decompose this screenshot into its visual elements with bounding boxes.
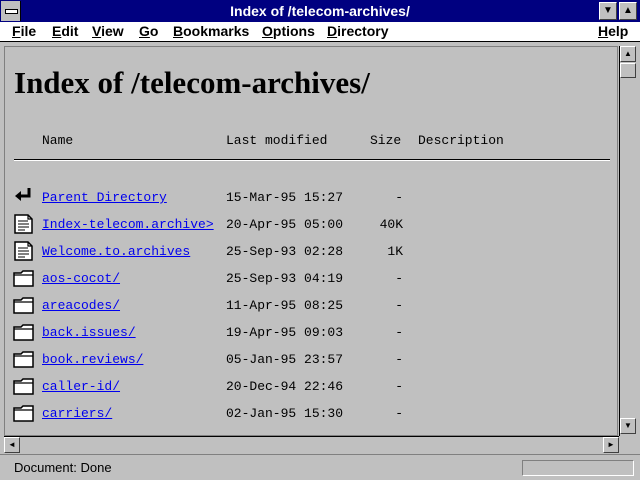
last-modified: 05-Jan-95 23:57 [226,352,344,367]
scroll-right-button[interactable]: ► [603,437,619,453]
list-item: Welcome.to.archives 25-Sep-93 02:28 1K [5,241,617,265]
list-item: aos-cocot/25-Sep-93 04:19 - [5,268,617,292]
last-modified: 25-Sep-93 04:19 [226,271,344,286]
last-modified: 11-Apr-95 08:25 [226,298,344,313]
page-title: Index of /telecom-archives/ [14,65,370,100]
last-modified: 15-Mar-95 15:27 [226,190,344,205]
column-header-name: Name [42,133,74,148]
progress-indicator [522,460,634,476]
entry-link[interactable]: Parent Directory [42,190,167,205]
maximize-button[interactable]: ▲ [619,2,637,20]
entry-link[interactable]: caller-id/ [42,379,120,394]
scroll-down-button[interactable]: ▼ [620,418,636,434]
list-item: caller-id/20-Dec-94 22:46 - [5,376,617,400]
menu-view[interactable]: View [92,23,124,39]
minimize-button[interactable]: ▼ [599,2,617,20]
entry-link[interactable]: areacodes/ [42,298,120,313]
entry-link[interactable]: Welcome.to.archives [42,244,190,259]
menu-go[interactable]: Go [139,23,158,39]
status-text: Document: Done [14,460,112,475]
horizontal-rule [14,159,610,161]
file-size: - [395,325,403,340]
scrollbar-corner [619,436,636,452]
menu-options[interactable]: Options [262,23,315,39]
last-modified: 02-Jan-95 15:30 [226,406,344,421]
file-size: - [395,190,403,205]
document-view: Index of /telecom-archives/ Name Last mo… [4,46,618,436]
scroll-up-button[interactable]: ▲ [620,46,636,62]
list-item: back.issues/19-Apr-95 09:03 - [5,322,617,346]
text-file-icon[interactable] [13,214,35,234]
menu-edit[interactable]: Edit [52,23,78,39]
horizontal-scrollbar[interactable]: ◄ ► [4,436,619,453]
entry-link[interactable]: back.issues/ [42,325,136,340]
menu-bookmarks[interactable]: Bookmarks [173,23,249,39]
folder-icon[interactable] [13,349,35,369]
folder-icon[interactable] [13,322,35,342]
scroll-left-button[interactable]: ◄ [4,437,20,453]
folder-icon[interactable] [13,376,35,396]
vertical-scrollbar[interactable]: ▲ ▼ [619,46,636,436]
file-size: - [395,352,403,367]
list-item: carriers/02-Jan-95 15:30 - [5,403,617,427]
last-modified: 20-Apr-95 05:00 [226,217,344,232]
text-file-icon[interactable] [13,241,35,261]
menu-file[interactable]: File [12,23,36,39]
column-header-last-modified: Last modified [226,133,328,148]
list-item: areacodes/11-Apr-95 08:25 - [5,295,617,319]
file-size: 1K [387,244,403,259]
list-item: Index-telecom.archive> 20-Apr-95 05:00 40K [5,214,617,238]
last-modified: 19-Apr-95 09:03 [226,325,344,340]
list-item: Parent Directory 15-Mar-95 15:27 - [5,187,617,211]
back-arrow-icon[interactable] [13,187,35,207]
file-size: 40K [379,217,403,232]
status-bar: Document: Done [0,454,640,480]
last-modified: 25-Sep-93 02:28 [226,244,344,259]
entry-link[interactable]: aos-cocot/ [42,271,120,286]
file-size: - [395,271,403,286]
window-title: Index of /telecom-archives/ [230,3,410,19]
menu-directory[interactable]: Directory [327,23,388,39]
menu-bar: File Edit View Go Bookmarks Options Directory H… [0,22,640,42]
title-bar: Index of /telecom-archives/ ▼ ▲ [0,0,640,22]
entry-link[interactable]: Index-telecom.archive> [42,217,214,232]
entry-link[interactable]: book.reviews/ [42,352,143,367]
file-size: - [395,379,403,394]
folder-icon[interactable] [13,268,35,288]
column-header-size: Size [370,133,402,148]
menu-help[interactable]: Help [598,23,628,39]
list-item: book.reviews/05-Jan-95 23:57 - [5,349,617,373]
folder-icon[interactable] [13,295,35,315]
entry-link[interactable]: carriers/ [42,406,112,421]
folder-icon[interactable] [13,403,35,423]
last-modified: 20-Dec-94 22:46 [226,379,344,394]
column-header-description: Description [418,133,504,148]
file-size: - [395,298,403,313]
vertical-scroll-thumb[interactable] [620,63,636,78]
file-size: - [395,406,403,421]
